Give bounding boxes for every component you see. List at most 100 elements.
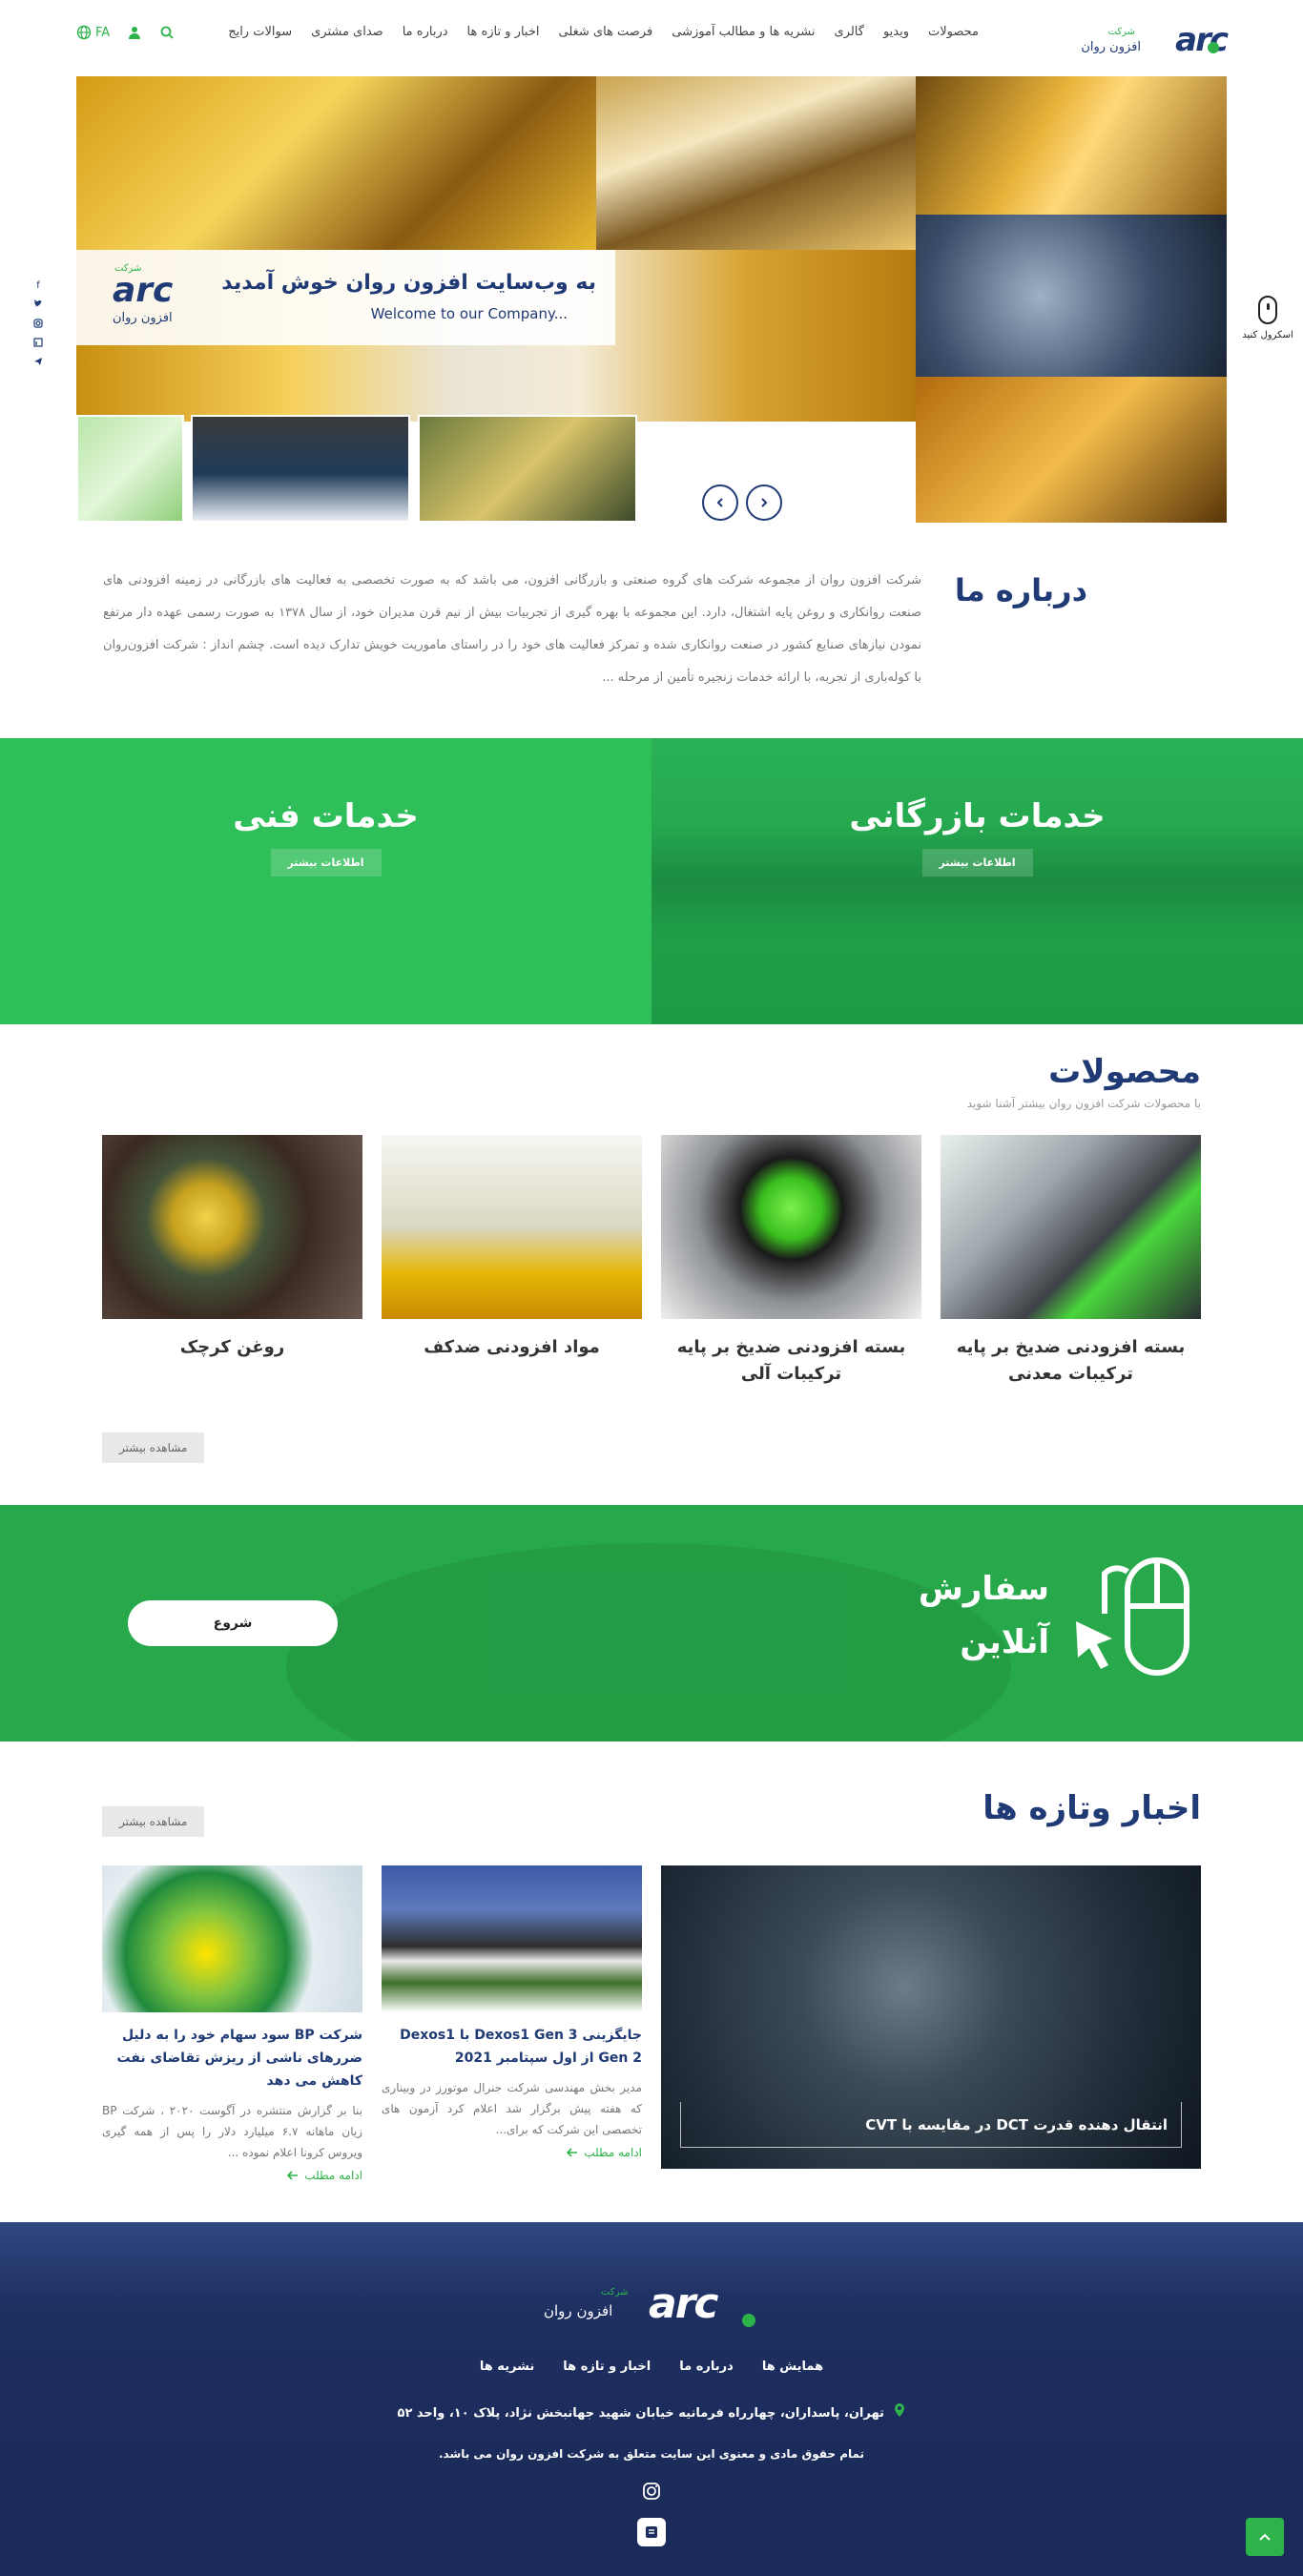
globe-icon bbox=[76, 25, 92, 40]
news-image bbox=[102, 1865, 362, 2012]
news-card-title: جایگزینی Dexos1 Gen 3 با Dexos1 Gen 2 از… bbox=[400, 2028, 642, 2066]
arrow-left-icon bbox=[287, 2171, 299, 2180]
nav-item-about[interactable]: درباره ما bbox=[403, 25, 448, 39]
logo-mark: arc bbox=[1175, 21, 1229, 59]
user-icon[interactable] bbox=[127, 25, 142, 40]
nav-item-news[interactable]: اخبار و تازه ها bbox=[467, 25, 540, 39]
product-image bbox=[941, 1135, 1201, 1319]
news-card[interactable]: جایگزینی Dexos1 Gen 3 با Dexos1 Gen 2 از… bbox=[382, 1865, 642, 2159]
read-more-label: ادامه مطلب bbox=[584, 2146, 642, 2159]
featured-news-title: انتقال دهنده قدرت DCT در مقایسه با CVT bbox=[680, 2102, 1182, 2148]
main-nav: محصولات ویدیو گالری نشریه ها و مطالب آمو… bbox=[228, 25, 979, 39]
location-pin-icon bbox=[895, 2403, 905, 2417]
search-icon[interactable] bbox=[159, 25, 175, 40]
footer-logo-mark: arc bbox=[649, 2279, 718, 2328]
hero-slider: به وب‌سایت افزون روان خوش آمدید Welcome … bbox=[76, 76, 1227, 523]
featured-news-card[interactable]: انتقال دهنده قدرت DCT در مقایسه با CVT bbox=[661, 1865, 1201, 2169]
site-header: arc شرکت افزون روان محصولات ویدیو گالری … bbox=[0, 0, 1303, 76]
order-title-line1: سفارش bbox=[918, 1570, 1049, 1608]
footer-address-text: تهران، پاسداران، چهارراه فرمانیه خیابان … bbox=[397, 2406, 884, 2421]
chevron-right-icon bbox=[761, 498, 768, 507]
product-image bbox=[661, 1135, 921, 1319]
news-image bbox=[382, 1865, 642, 2012]
facebook-icon[interactable]: f bbox=[32, 278, 44, 292]
language-switcher[interactable]: FA bbox=[76, 25, 110, 40]
product-name: بسته افزودنی ضدیخ بر پایه ترکیبات معدنی bbox=[956, 1337, 1186, 1384]
product-card[interactable]: بسته افزودنی ضدیخ بر پایه ترکیبات آلی bbox=[661, 1135, 921, 1388]
welcome-logo-mark: arc bbox=[113, 271, 174, 310]
logo-dot bbox=[1208, 42, 1219, 53]
footer-logo-dot bbox=[742, 2314, 755, 2327]
nav-item-products[interactable]: محصولات bbox=[928, 25, 979, 39]
trade-services-more-button[interactable]: اطلاعات بیشتر bbox=[921, 849, 1033, 876]
products-title: محصولات bbox=[1048, 1053, 1201, 1091]
site-footer: افزون روان شرکت arc همایش ها درباره ما ا… bbox=[0, 2222, 1303, 2576]
back-to-top-button[interactable] bbox=[1246, 2518, 1284, 2556]
mouse-cursor-icon bbox=[1076, 1557, 1189, 1676]
welcome-text-en: Welcome to our Company... bbox=[370, 305, 568, 322]
product-name: بسته افزودنی ضدیخ بر پایه ترکیبات آلی bbox=[676, 1337, 906, 1384]
hero-image-oil-gear bbox=[916, 76, 1227, 215]
nav-item-customer-voice[interactable]: صدای مشتری bbox=[311, 25, 383, 39]
product-name: مواد افزودنی ضدکف bbox=[424, 1337, 600, 1357]
nav-item-faq[interactable]: سوالات رایج bbox=[228, 25, 292, 39]
product-card[interactable]: مواد افزودنی ضدکف bbox=[382, 1135, 642, 1361]
nav-item-publications[interactable]: نشریه ها و مطالب آموزشی bbox=[672, 25, 815, 39]
chat-button[interactable] bbox=[637, 2518, 666, 2546]
news-card[interactable]: شرکت BP سود سهام خود را به دلیل ضررهای ن… bbox=[102, 1865, 362, 2182]
product-card[interactable]: بسته افزودنی ضدیخ بر پایه ترکیبات معدنی bbox=[941, 1135, 1201, 1388]
hero-image-machinery bbox=[916, 215, 1227, 377]
footer-nav-news[interactable]: اخبار و تازه ها bbox=[563, 2360, 651, 2374]
product-card[interactable]: روغن کرچک bbox=[102, 1135, 362, 1361]
logo-name: افزون روان bbox=[1081, 40, 1141, 54]
chat-icon bbox=[646, 2526, 657, 2538]
footer-logo-name: افزون روان bbox=[544, 2302, 613, 2319]
chevron-left-icon bbox=[716, 498, 723, 507]
arrow-left-icon bbox=[567, 2148, 578, 2157]
hero-image-gears bbox=[596, 76, 916, 250]
slider-prev-button[interactable] bbox=[702, 484, 738, 521]
logo-subtitle: شرکت bbox=[1107, 27, 1135, 37]
nav-item-gallery[interactable]: گالری bbox=[834, 25, 863, 39]
scroll-hint-label: اسکرول کنید bbox=[1242, 330, 1293, 340]
news-more-button[interactable]: مشاهده بیشتر bbox=[102, 1806, 205, 1837]
instagram-icon[interactable] bbox=[642, 2482, 661, 2501]
technical-services-title: خدمات فنی bbox=[233, 797, 419, 835]
footer-address: تهران، پاسداران، چهارراه فرمانیه خیابان … bbox=[0, 2403, 1303, 2421]
nav-item-video[interactable]: ویدیو bbox=[883, 25, 909, 39]
welcome-logo-name: افزون روان bbox=[113, 311, 173, 325]
news-card-title: شرکت BP سود سهام خود را به دلیل ضررهای ن… bbox=[116, 2028, 362, 2089]
read-more-link[interactable]: ادامه مطلب bbox=[102, 2169, 362, 2182]
start-order-button[interactable]: شروع bbox=[128, 1600, 338, 1646]
hero-thumbnail[interactable] bbox=[76, 415, 184, 523]
telegram-icon[interactable] bbox=[32, 355, 44, 368]
language-label: FA bbox=[95, 25, 111, 40]
hero-welcome-banner: به وب‌سایت افزون روان خوش آمدید Welcome … bbox=[76, 250, 615, 345]
trade-services-panel[interactable]: خدمات بازرگانی اطلاعات بیشتر bbox=[652, 738, 1303, 1024]
products-more-button[interactable]: مشاهده بیشتر bbox=[102, 1432, 205, 1463]
nav-item-jobs[interactable]: فرصت های شغلی bbox=[558, 25, 652, 39]
twitter-icon[interactable] bbox=[32, 298, 44, 311]
scroll-hint: اسکرول کنید bbox=[1242, 296, 1293, 340]
about-text: شرکت افزون روان از مجموعه شرکت های گروه … bbox=[103, 573, 921, 685]
services-section: خدمات بازرگانی اطلاعات بیشتر خدمات فنی ا… bbox=[0, 738, 1303, 1024]
mouse-icon bbox=[1258, 296, 1277, 324]
footer-nav-publications[interactable]: نشریه ها bbox=[480, 2360, 534, 2374]
technical-services-panel[interactable]: خدمات فنی اطلاعات بیشتر bbox=[0, 738, 652, 1024]
read-more-link[interactable]: ادامه مطلب bbox=[382, 2146, 642, 2159]
technical-services-more-button[interactable]: اطلاعات بیشتر bbox=[270, 849, 382, 876]
about-title: درباره ما bbox=[954, 572, 1087, 608]
footer-nav-conferences[interactable]: همایش ها bbox=[762, 2360, 823, 2374]
hero-thumbnail[interactable] bbox=[191, 415, 410, 523]
linkedin-icon[interactable] bbox=[32, 336, 44, 349]
order-title-line2: آنلاین bbox=[960, 1623, 1049, 1661]
footer-nav-about[interactable]: درباره ما bbox=[679, 2360, 734, 2374]
site-logo[interactable]: arc شرکت افزون روان bbox=[1074, 17, 1229, 61]
slider-next-button[interactable] bbox=[746, 484, 782, 521]
footer-logo[interactable]: افزون روان شرکت arc bbox=[544, 2279, 763, 2337]
product-image bbox=[102, 1135, 362, 1319]
header-tools: FA bbox=[76, 25, 175, 40]
hero-thumbnail[interactable] bbox=[418, 415, 637, 523]
social-bar: f bbox=[32, 278, 44, 368]
instagram-icon[interactable] bbox=[32, 317, 44, 330]
